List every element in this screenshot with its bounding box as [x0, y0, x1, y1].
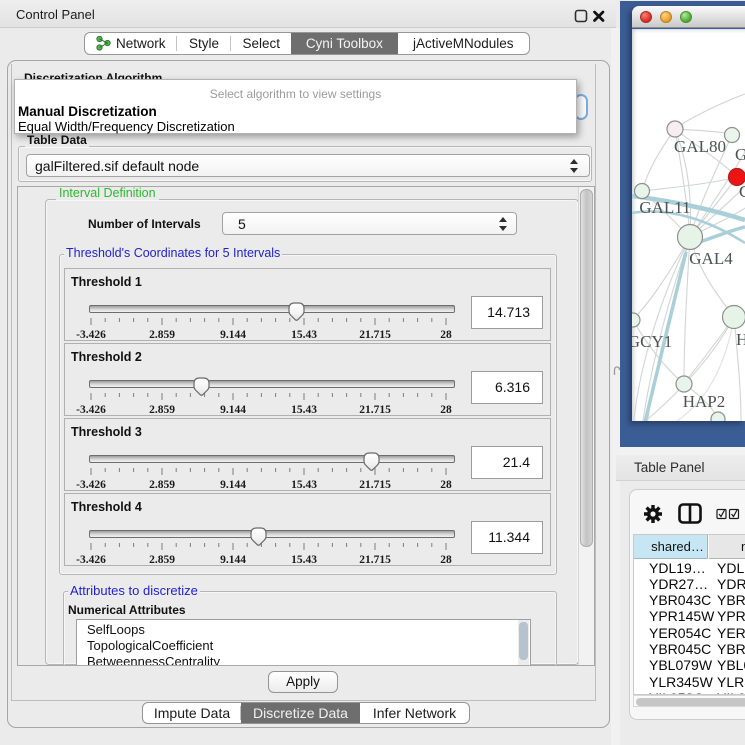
svg-text:HAP2: HAP2 [683, 392, 726, 411]
svg-text:28: 28 [440, 404, 452, 416]
svg-text:15.43: 15.43 [291, 479, 317, 491]
svg-text:-3.426: -3.426 [76, 554, 106, 566]
svg-text:-3.426: -3.426 [76, 404, 106, 416]
svg-text:-3.426: -3.426 [76, 329, 106, 341]
svg-text:28: 28 [440, 554, 452, 566]
svg-text:21.715: 21.715 [359, 404, 391, 416]
svg-text:2.859: 2.859 [149, 329, 175, 341]
svg-text:2.859: 2.859 [149, 479, 175, 491]
svg-text:9.144: 9.144 [220, 479, 246, 491]
svg-text:GCY1: GCY1 [632, 332, 672, 351]
svg-text:9.144: 9.144 [220, 554, 246, 566]
svg-text:9.144: 9.144 [220, 404, 246, 416]
svg-text:21.715: 21.715 [359, 329, 391, 341]
svg-text:-3.426: -3.426 [76, 479, 106, 491]
svg-text:15.43: 15.43 [291, 404, 317, 416]
svg-text:21.715: 21.715 [359, 554, 391, 566]
svg-text:28: 28 [440, 329, 452, 341]
svg-text:2.859: 2.859 [149, 404, 175, 416]
svg-text:28: 28 [440, 479, 452, 491]
svg-text:GAL11: GAL11 [639, 198, 690, 217]
svg-text:HIS4: HIS4 [736, 330, 745, 349]
svg-text:GAL7: GAL7 [735, 145, 745, 164]
svg-text:21.715: 21.715 [359, 479, 391, 491]
svg-text:9.144: 9.144 [220, 329, 246, 341]
svg-text:15.43: 15.43 [291, 329, 317, 341]
svg-text:CYC8: CYC8 [739, 182, 745, 201]
svg-text:GAL4: GAL4 [689, 249, 733, 268]
svg-text:15.43: 15.43 [291, 554, 317, 566]
svg-text:2.859: 2.859 [149, 554, 175, 566]
svg-text:GAL80: GAL80 [674, 137, 726, 156]
